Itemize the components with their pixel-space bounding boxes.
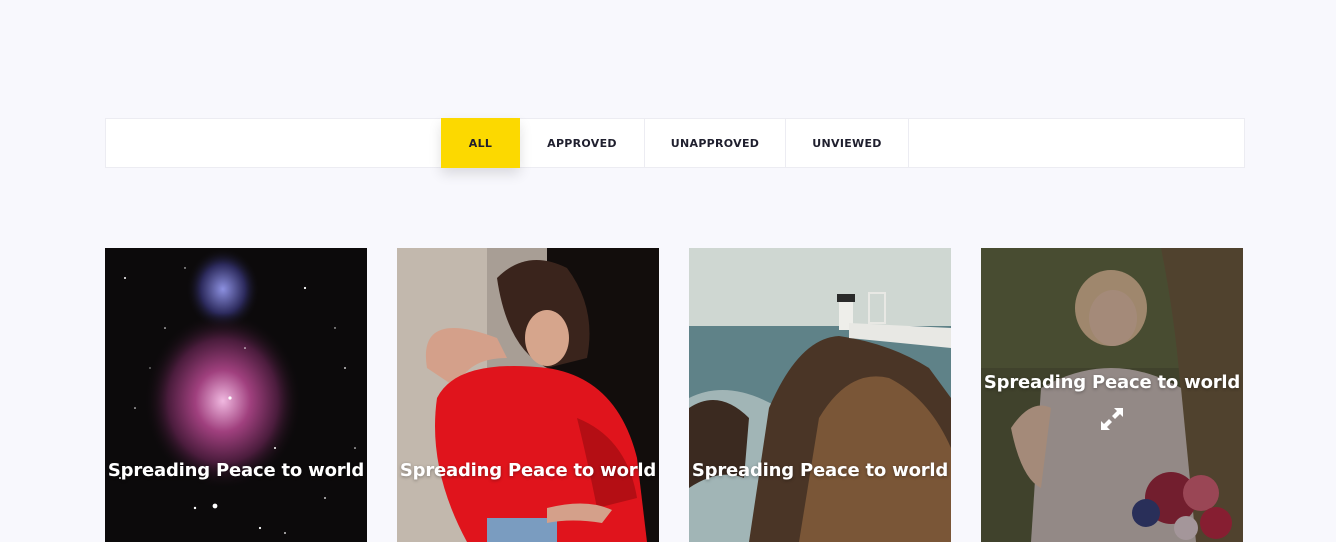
gallery-item[interactable]: Spreading Peace to world (689, 248, 951, 542)
gallery-grid: Spreading Peace to world Spreading Peace… (105, 248, 1243, 542)
tab-all[interactable]: ALL (441, 118, 520, 168)
gallery-item[interactable]: Spreading Peace to world (981, 248, 1243, 542)
nebula-image (105, 248, 367, 542)
tab-approved[interactable]: APPROVED (520, 119, 645, 167)
filter-bar: ALL APPROVED UNAPPROVED UNVIEWED (105, 118, 1245, 168)
expand-icon[interactable] (1098, 405, 1126, 433)
lighthouse-cliff-image (689, 248, 951, 542)
gallery-item-title: Spreading Peace to world (399, 460, 657, 481)
gallery-item-title: Spreading Peace to world (691, 460, 949, 481)
gallery-item[interactable]: Spreading Peace to world (105, 248, 367, 542)
woman-red-top-image (397, 248, 659, 542)
tab-unapproved[interactable]: UNAPPROVED (645, 119, 786, 167)
filter-tabs: ALL APPROVED UNAPPROVED UNVIEWED (441, 118, 909, 168)
tab-unviewed[interactable]: UNVIEWED (786, 119, 909, 167)
hover-overlay (981, 248, 1243, 542)
gallery-item-title: Spreading Peace to world (983, 372, 1241, 393)
gallery-item[interactable]: Spreading Peace to world (397, 248, 659, 542)
gallery-item-title: Spreading Peace to world (107, 460, 365, 481)
